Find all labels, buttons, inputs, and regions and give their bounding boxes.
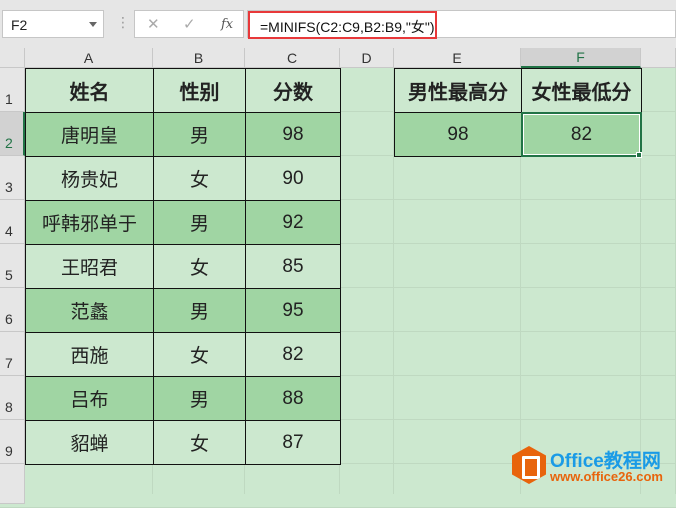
table-cell[interactable]: 西施 [25,332,154,377]
table-header-cell[interactable]: 分数 [245,68,341,113]
table-cell[interactable]: 王昭君 [25,244,154,289]
column-header-e[interactable]: E [394,48,521,68]
row-header-1[interactable]: 1 [0,68,25,112]
row-header-8[interactable]: 8 [0,376,25,420]
summary-value-cell[interactable]: 98 [394,112,522,157]
row-header-7[interactable]: 7 [0,332,25,376]
column-header-g[interactable] [641,48,676,68]
formula-bar[interactable]: =MINIFS(C2:C9,B2:B9,"女") [247,10,676,39]
table-cell[interactable]: 男 [153,288,246,333]
table-cell[interactable]: 呼韩邪单于 [25,200,154,245]
row-header-10[interactable] [0,464,25,504]
table-cell[interactable]: 82 [245,332,341,377]
table-cell[interactable]: 85 [245,244,341,289]
fill-handle[interactable] [636,152,642,158]
table-cell[interactable]: 唐明皇 [25,112,154,157]
function-icon[interactable]: fx [221,17,233,32]
row-header-2[interactable]: 2 [0,112,25,156]
row-header-9[interactable]: 9 [0,420,25,464]
table-cell[interactable]: 男 [153,376,246,421]
cancel-icon[interactable]: ✕ [147,15,160,33]
table-cell[interactable]: 95 [245,288,341,333]
table-cell[interactable]: 女 [153,420,246,465]
table-header-cell[interactable]: 姓名 [25,68,154,113]
toolbar-area: F2 ⋮ ✕ ✓ fx =MINIFS(C2:C9,B2:B9,"女") [0,0,676,48]
table-cell[interactable]: 杨贵妃 [25,156,154,201]
table-cell[interactable]: 88 [245,376,341,421]
office-logo-icon [512,446,546,484]
check-icon[interactable]: ✓ [183,15,196,33]
formula-input[interactable]: =MINIFS(C2:C9,B2:B9,"女") [248,11,437,39]
select-all-corner[interactable] [0,48,25,68]
chevron-down-icon[interactable] [89,22,97,27]
table-cell[interactable]: 98 [245,112,341,157]
column-header-d[interactable]: D [340,48,394,68]
column-header-a[interactable]: A [25,48,153,68]
table-cell[interactable]: 貂蝉 [25,420,154,465]
row-header-5[interactable]: 5 [0,244,25,288]
drag-handle-icon[interactable]: ⋮ [116,14,130,31]
row-header-6[interactable]: 6 [0,288,25,332]
table-cell[interactable]: 吕布 [25,376,154,421]
table-cell[interactable]: 女 [153,332,246,377]
row-header-3[interactable]: 3 [0,156,25,200]
summary-header-cell[interactable]: 女性最低分 [521,68,642,113]
table-cell[interactable]: 女 [153,244,246,289]
table-cell[interactable]: 范蠡 [25,288,154,333]
column-header-c[interactable]: C [245,48,340,68]
summary-header-cell[interactable]: 男性最高分 [394,68,522,113]
table-cell[interactable]: 男 [153,200,246,245]
formula-buttons: ✕ ✓ fx [134,10,244,38]
table-header-cell[interactable]: 性别 [153,68,246,113]
watermark-logo: Office教程网 www.office26.com [512,446,672,486]
column-header-b[interactable]: B [153,48,245,68]
selected-cell-f2[interactable]: 82 [521,112,642,157]
logo-url: www.office26.com [550,469,663,484]
column-header-f[interactable]: F [521,48,641,68]
table-cell[interactable]: 男 [153,112,246,157]
table-cell[interactable]: 90 [245,156,341,201]
table-cell[interactable]: 87 [245,420,341,465]
table-cell[interactable]: 女 [153,156,246,201]
row-header-4[interactable]: 4 [0,200,25,244]
name-box-value: F2 [11,17,28,33]
name-box[interactable]: F2 [2,10,104,38]
table-cell[interactable]: 92 [245,200,341,245]
